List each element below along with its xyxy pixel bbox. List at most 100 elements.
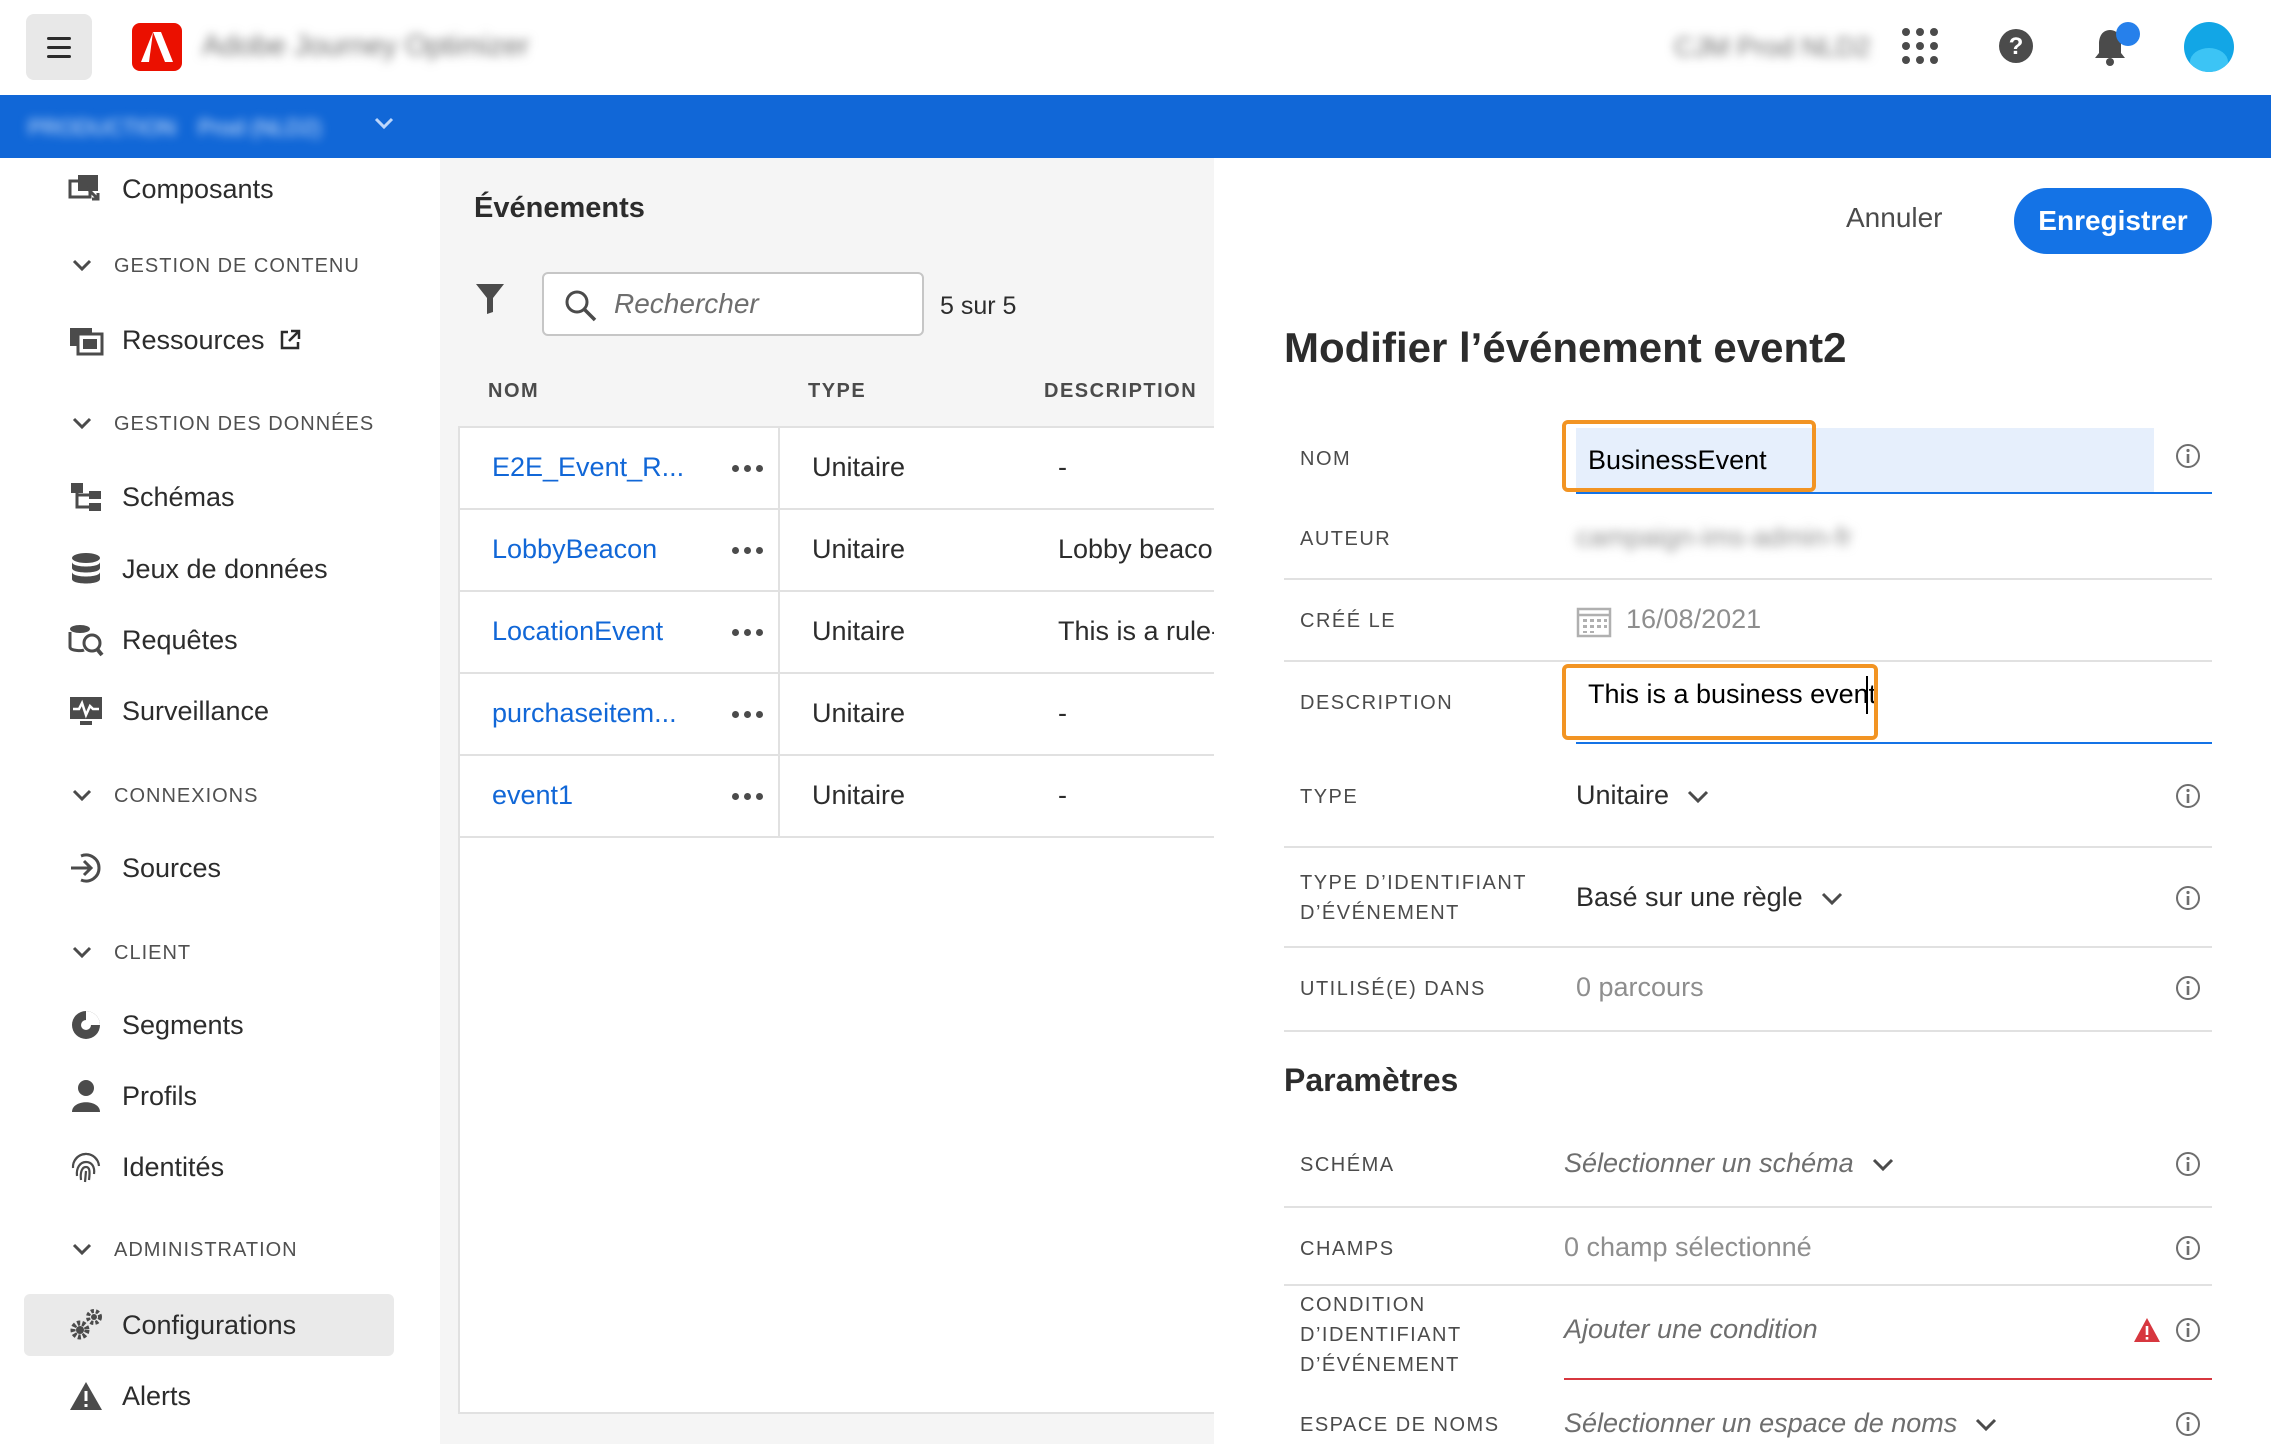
info-icon[interactable] xyxy=(2174,974,2202,1007)
sidebar-item-requetes[interactable]: Requêtes xyxy=(24,609,394,671)
filter-icon[interactable] xyxy=(474,282,506,321)
sidebar-item-sources[interactable]: Sources xyxy=(24,837,394,899)
calendar-icon xyxy=(1576,607,1612,638)
search-field[interactable] xyxy=(542,272,924,336)
field-created: CRÉÉ LE 16/08/2021 xyxy=(1284,582,2212,662)
chevron-down-icon xyxy=(1872,1158,1893,1171)
edit-title: Modifier l’événement event2 xyxy=(1284,324,1847,371)
sidebar-item-composants[interactable]: Composants xyxy=(24,158,394,220)
gears-icon xyxy=(64,1305,108,1345)
menu-icon[interactable] xyxy=(26,14,92,80)
chevron-down-icon xyxy=(1976,1418,1997,1431)
namespace-dropdown[interactable]: Sélectionner un espace de noms xyxy=(1564,1408,1997,1439)
section-client[interactable]: CLIENT xyxy=(72,935,191,971)
sources-icon xyxy=(64,848,108,888)
info-icon[interactable] xyxy=(2174,1410,2202,1443)
created-value: 16/08/2021 xyxy=(1576,604,1761,638)
info-icon[interactable] xyxy=(2174,782,2202,815)
info-icon[interactable] xyxy=(2174,884,2202,917)
field-description: DESCRIPTION xyxy=(1284,664,2212,748)
field-event-id-type: TYPE D’IDENTIFIANT D’ÉVÉNEMENT Basé sur u… xyxy=(1284,850,2212,948)
more-options-icon[interactable] xyxy=(722,614,772,650)
used-in-value: 0 parcours xyxy=(1576,972,1704,1002)
sidebar-item-segments[interactable]: Segments xyxy=(24,994,394,1056)
author-value: campaign-ims-admin-fr xyxy=(1576,522,1853,552)
info-icon[interactable] xyxy=(2174,1316,2202,1349)
sidebar-item-identites[interactable]: Identités xyxy=(24,1136,394,1198)
column-header-type[interactable]: TYPE xyxy=(808,380,866,403)
adobe-logo[interactable] xyxy=(132,23,182,71)
apps-grid-icon[interactable] xyxy=(1896,22,1944,70)
chevron-down-icon xyxy=(1821,892,1842,905)
column-divider xyxy=(778,756,780,836)
search-input[interactable] xyxy=(614,286,914,322)
svg-text:?: ? xyxy=(2009,33,2024,60)
table-row[interactable]: E2E_Event_R... Unitaire - xyxy=(460,428,1216,510)
sandbox-switcher[interactable]: Prod (NLD2) xyxy=(198,115,321,141)
more-options-icon[interactable] xyxy=(722,532,772,568)
field-used-in: UTILISÉ(E) DANS 0 parcours xyxy=(1284,950,2212,1032)
sidebar-item-alerts[interactable]: Alerts xyxy=(24,1365,394,1427)
alert-icon xyxy=(64,1376,108,1416)
sidebar-item-ressources[interactable]: Ressources xyxy=(24,309,394,371)
table-row[interactable]: LobbyBeacon Unitaire Lobby beacon xyxy=(460,510,1216,592)
segments-icon xyxy=(64,1005,108,1045)
event-id-type-dropdown[interactable]: Basé sur une règle xyxy=(1576,882,1843,913)
left-nav: Composants GESTION DE CONTENU Ressources… xyxy=(0,158,440,1444)
avatar[interactable] xyxy=(2184,22,2234,72)
event-type: Unitaire xyxy=(812,534,906,564)
section-connexions[interactable]: CONNEXIONS xyxy=(72,778,258,814)
info-icon[interactable] xyxy=(2174,1150,2202,1183)
event-name-link[interactable]: purchaseitem... xyxy=(492,698,677,729)
field-type: TYPE Unitaire xyxy=(1284,748,2212,848)
sidebar-item-surveillance[interactable]: Surveillance xyxy=(24,680,394,742)
monitoring-icon xyxy=(64,691,108,731)
schema-dropdown[interactable]: Sélectionner un schéma xyxy=(1564,1148,1894,1179)
column-divider xyxy=(778,510,780,590)
event-type: Unitaire xyxy=(812,780,906,810)
sidebar-item-label: Requêtes xyxy=(122,624,238,655)
database-icon xyxy=(64,549,108,589)
components-icon xyxy=(64,169,108,209)
table-row[interactable]: purchaseitem... Unitaire - xyxy=(460,674,1216,756)
event-type: Unitaire xyxy=(812,698,906,728)
edit-event-panel: Annuler Enregistrer Modifier l’événement… xyxy=(1214,158,2271,1444)
section-gestion-donnees[interactable]: GESTION DES DONNÉES xyxy=(72,406,374,442)
sidebar-item-schemas[interactable]: Schémas xyxy=(24,466,394,528)
chevron-down-icon[interactable] xyxy=(374,117,394,131)
sidebar-item-label: Identités xyxy=(122,1151,225,1182)
section-gestion-contenu[interactable]: GESTION DE CONTENU xyxy=(72,248,360,284)
event-name-link[interactable]: LobbyBeacon xyxy=(492,534,657,565)
highlight-callout xyxy=(1562,420,1816,492)
external-link-icon xyxy=(279,329,301,351)
info-icon[interactable] xyxy=(2174,442,2202,475)
event-name-link[interactable]: E2E_Event_R... xyxy=(492,452,684,483)
event-name-link[interactable]: event1 xyxy=(492,780,573,811)
column-header-description[interactable]: DESCRIPTION xyxy=(1044,380,1197,403)
more-options-icon[interactable] xyxy=(722,696,772,732)
error-underline xyxy=(1564,1378,2212,1380)
sidebar-item-jeux-de-donnees[interactable]: Jeux de données xyxy=(24,538,394,600)
help-icon[interactable]: ? xyxy=(1992,22,2040,70)
type-dropdown[interactable]: Unitaire xyxy=(1576,780,1709,811)
table-row[interactable]: LocationEvent Unitaire This is a rule-b xyxy=(460,592,1216,674)
condition-input[interactable]: Ajouter une condition xyxy=(1564,1314,1818,1345)
save-button[interactable]: Enregistrer xyxy=(2014,188,2212,254)
sidebar-item-configurations[interactable]: Configurations xyxy=(24,1294,394,1356)
sidebar-item-profils[interactable]: Profils xyxy=(24,1065,394,1127)
column-header-name[interactable]: NOM xyxy=(488,380,539,403)
chevron-down-icon xyxy=(72,946,92,959)
sandbox-bar: PRODUCTION Prod (NLD2) xyxy=(0,95,2271,158)
table-row[interactable]: event1 Unitaire - xyxy=(460,756,1216,838)
column-divider xyxy=(778,674,780,754)
info-icon[interactable] xyxy=(2174,1234,2202,1267)
event-name-link[interactable]: LocationEvent xyxy=(492,616,663,647)
cancel-button[interactable]: Annuler xyxy=(1846,202,1943,234)
org-switcher[interactable]: CJM Prod NLD2 xyxy=(1674,32,1871,63)
section-administration[interactable]: ADMINISTRATION xyxy=(72,1232,298,1268)
fields-value[interactable]: 0 champ sélectionné xyxy=(1564,1232,1812,1263)
more-options-icon[interactable] xyxy=(722,778,772,814)
more-options-icon[interactable] xyxy=(722,450,772,486)
query-icon xyxy=(64,620,108,660)
event-description: Lobby beacon xyxy=(1058,534,1214,564)
